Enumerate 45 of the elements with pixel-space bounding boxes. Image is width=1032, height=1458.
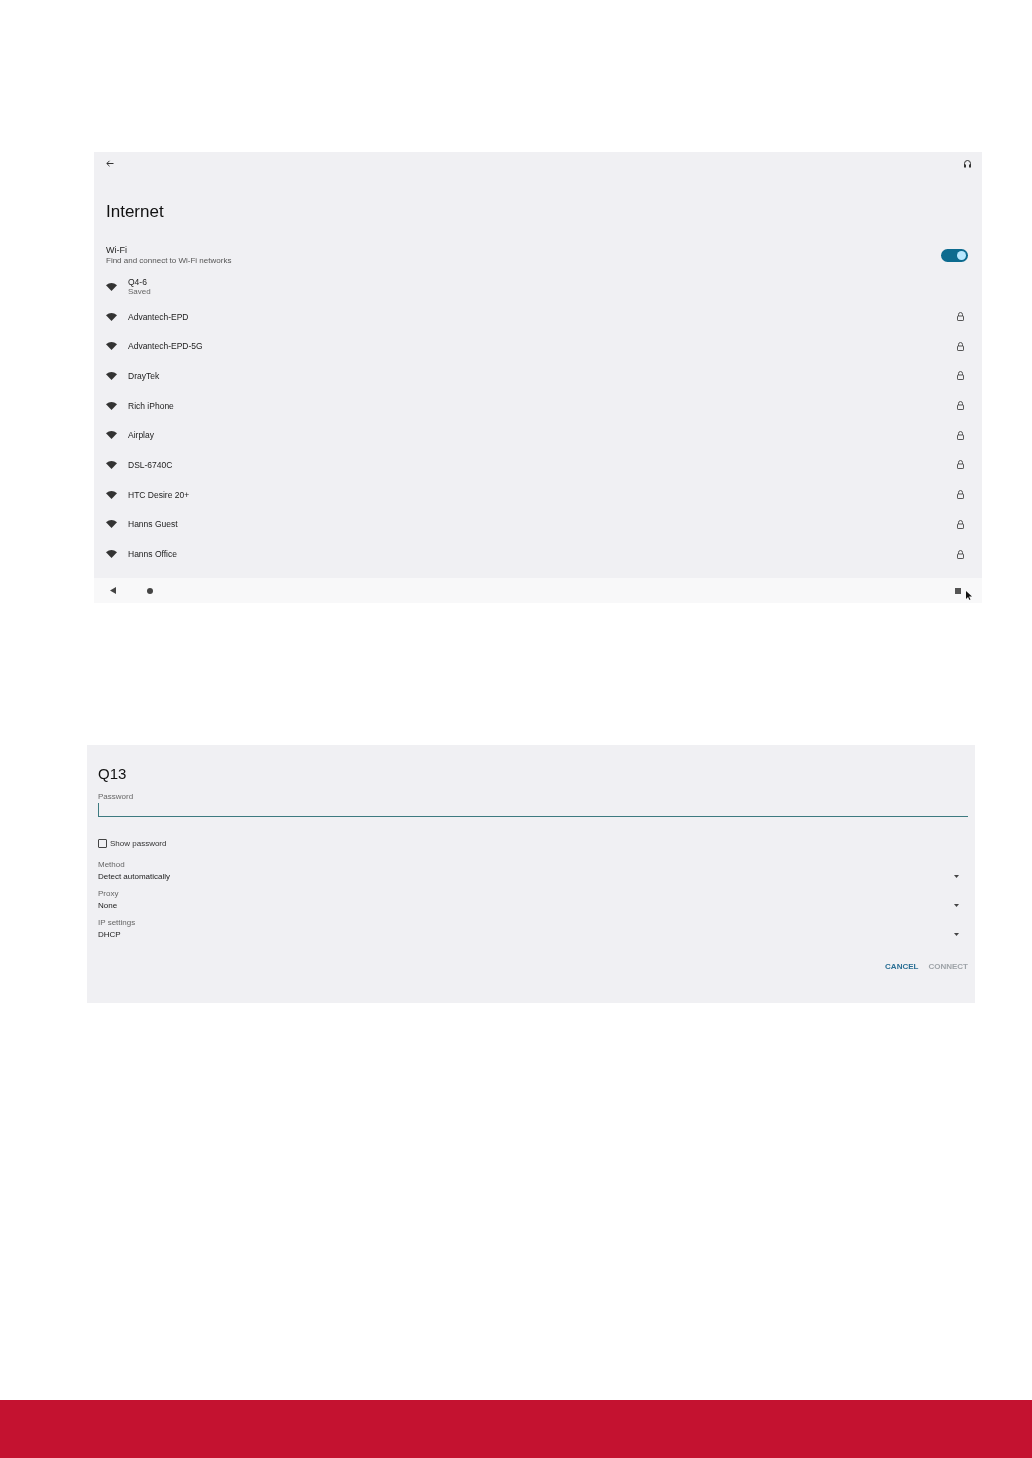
dropdown-label: IP settings [98,918,137,927]
home-dot-icon[interactable] [147,587,153,594]
wifi-icon [106,371,117,380]
wifi-title: Wi-Fi [106,245,128,255]
recents-square-icon[interactable] [955,587,961,594]
dropdown-value[interactable]: Detect automatically [98,872,171,881]
dropdown-caret-icon[interactable] [954,904,959,907]
back-arrow-icon[interactable] [106,159,114,167]
checkbox[interactable] [98,839,107,848]
dialog-title: Q13 [98,765,128,782]
network-name[interactable]: Hanns Office [128,549,957,560]
wifi-icon [106,490,117,499]
wifi-icon [106,401,117,410]
network-name[interactable]: Advantech-EPD [128,311,957,322]
wifi-icon [106,282,117,291]
network-name[interactable]: Q4-6 [128,277,964,288]
dropdown-caret-icon[interactable] [954,875,959,878]
wifi-icon [106,431,117,440]
network-name[interactable]: DSL-6740C [128,459,957,470]
wifi-icon [106,342,117,351]
page-title: Internet [106,202,165,223]
network-status: Saved [128,287,152,297]
password-field[interactable] [98,803,968,817]
back-triangle-icon[interactable] [110,587,116,594]
dropdown-value[interactable]: None [98,901,118,910]
network-name[interactable]: Advantech-EPD-5G [128,341,957,352]
mouse-cursor-icon [966,591,972,600]
wifi-subtitle: Find and connect to Wi-Fi networks [106,256,232,265]
wifi-toggle[interactable] [941,248,968,262]
dialog-button[interactable]: CANCEL [885,962,919,971]
dropdown-label: Proxy [98,889,120,898]
wifi-icon [106,550,117,559]
dropdown-caret-icon[interactable] [954,933,959,936]
wifi-icon [106,312,117,321]
wifi-icon [106,520,117,529]
dropdown-value[interactable]: DHCP [98,930,121,939]
network-name[interactable]: HTC Desire 20+ [128,489,957,500]
network-name[interactable]: DrayTek [128,370,957,381]
password-label: Password [98,792,135,801]
network-name[interactable]: Rich iPhone [128,400,957,411]
network-name[interactable]: Airplay [128,430,957,441]
wifi-icon [106,460,117,469]
checkbox-label: Show password [110,839,167,848]
dropdown-label: Method [98,860,126,869]
network-name[interactable]: Hanns Guest [128,519,957,530]
